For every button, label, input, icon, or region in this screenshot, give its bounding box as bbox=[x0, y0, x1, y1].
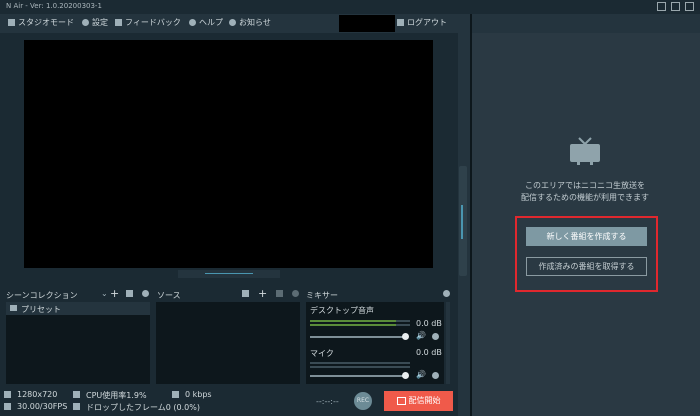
niconico-message: このエリアではニコニコ生放送を 配信するための機能が利用できます bbox=[521, 181, 649, 202]
logout-icon bbox=[397, 19, 404, 26]
channel-settings-icon[interactable] bbox=[432, 372, 439, 379]
speaker-icon[interactable]: 🔊 bbox=[416, 370, 426, 379]
settings-button[interactable]: 設定 bbox=[82, 17, 108, 28]
cpu-usage: CPU使用率1.9% bbox=[86, 391, 147, 400]
go-live-button[interactable]: 配信開始 bbox=[384, 391, 453, 411]
source-list bbox=[156, 302, 300, 384]
scene-collection-title: シーンコレクション bbox=[6, 291, 78, 300]
feedback-button[interactable]: フィードバック bbox=[115, 17, 181, 28]
volume-meter bbox=[310, 366, 410, 368]
add-source-icon[interactable]: + bbox=[258, 287, 267, 300]
scene-item-label: プリセット bbox=[21, 305, 61, 314]
volume-slider[interactable] bbox=[310, 336, 406, 338]
channel-settings-icon[interactable] bbox=[432, 333, 439, 340]
bitrate: 0 kbps bbox=[185, 390, 212, 399]
mixer-settings-icon[interactable] bbox=[443, 290, 450, 297]
mixer-channel-name: デスクトップ音声 bbox=[310, 306, 374, 315]
news-button[interactable]: お知らせ bbox=[229, 17, 271, 28]
close-button[interactable] bbox=[685, 2, 694, 11]
volume-meter-fill bbox=[310, 320, 396, 322]
redacted-area bbox=[339, 15, 395, 32]
preview-display bbox=[24, 40, 433, 268]
dropped-frames-icon bbox=[73, 403, 80, 410]
create-program-button[interactable]: 新しく番組を作成する bbox=[526, 227, 647, 246]
monitor-icon bbox=[4, 391, 11, 398]
volume-slider-knob[interactable] bbox=[402, 372, 409, 379]
cpu-icon bbox=[73, 391, 80, 398]
speaker-icon[interactable]: 🔊 bbox=[416, 331, 426, 340]
mixer-title: ミキサー bbox=[306, 291, 338, 300]
dropped-frames: ドロップしたフレーム0 (0.0%) bbox=[86, 403, 200, 412]
broadcast-icon bbox=[396, 396, 406, 405]
folder-icon[interactable] bbox=[242, 290, 249, 297]
title-bar: N Air - Ver: 1.0.20200303-1 bbox=[0, 0, 700, 14]
mixer-channel-name: マイク bbox=[310, 349, 334, 358]
volume-slider[interactable] bbox=[310, 375, 406, 377]
studio-mode-icon bbox=[8, 19, 15, 26]
volume-slider-knob[interactable] bbox=[402, 333, 409, 340]
collapse-chevron-icon bbox=[205, 273, 253, 274]
stream-timer: --:--:-- bbox=[316, 397, 339, 406]
trash-icon[interactable] bbox=[276, 290, 283, 297]
source-settings-icon[interactable] bbox=[292, 290, 299, 297]
rec-button[interactable]: REC bbox=[354, 392, 372, 410]
niconico-panel bbox=[472, 14, 700, 416]
mixer-channel-level: 0.0 dB bbox=[416, 348, 442, 357]
tv-icon bbox=[570, 137, 600, 165]
feedback-icon bbox=[115, 19, 122, 26]
trash-icon[interactable] bbox=[126, 290, 133, 297]
add-scene-icon[interactable]: + bbox=[110, 287, 119, 300]
help-button[interactable]: ヘルプ bbox=[189, 17, 223, 28]
sources-title: ソース bbox=[157, 291, 181, 300]
chevron-down-icon[interactable]: ⌄ bbox=[101, 289, 108, 298]
help-icon bbox=[189, 19, 196, 26]
resolution: 1280x720 bbox=[17, 390, 58, 399]
volume-meter bbox=[310, 362, 410, 364]
info-icon bbox=[229, 19, 236, 26]
collapse-handle[interactable] bbox=[178, 270, 280, 278]
studio-mode-button[interactable]: スタジオモード bbox=[8, 17, 74, 28]
chevron-left-icon bbox=[461, 205, 463, 239]
mixer-scrollbar[interactable] bbox=[446, 302, 450, 384]
logout-button[interactable]: ログアウト bbox=[397, 17, 447, 28]
gear-icon bbox=[82, 19, 89, 26]
bitrate-icon bbox=[172, 391, 179, 398]
scene-settings-icon[interactable] bbox=[142, 290, 149, 297]
mixer-channel-level: 0.0 dB bbox=[416, 319, 442, 328]
folder-icon bbox=[10, 305, 17, 311]
fps-icon bbox=[4, 403, 11, 410]
volume-meter-fill bbox=[310, 324, 396, 326]
fps: 30.00/30FPS bbox=[17, 402, 68, 411]
window-title: N Air - Ver: 1.0.20200303-1 bbox=[6, 2, 102, 10]
fetch-program-button[interactable]: 作成済みの番組を取得する bbox=[526, 257, 647, 276]
niconico-panel-header bbox=[472, 14, 700, 33]
minimize-button[interactable] bbox=[657, 2, 666, 11]
maximize-button[interactable] bbox=[671, 2, 680, 11]
